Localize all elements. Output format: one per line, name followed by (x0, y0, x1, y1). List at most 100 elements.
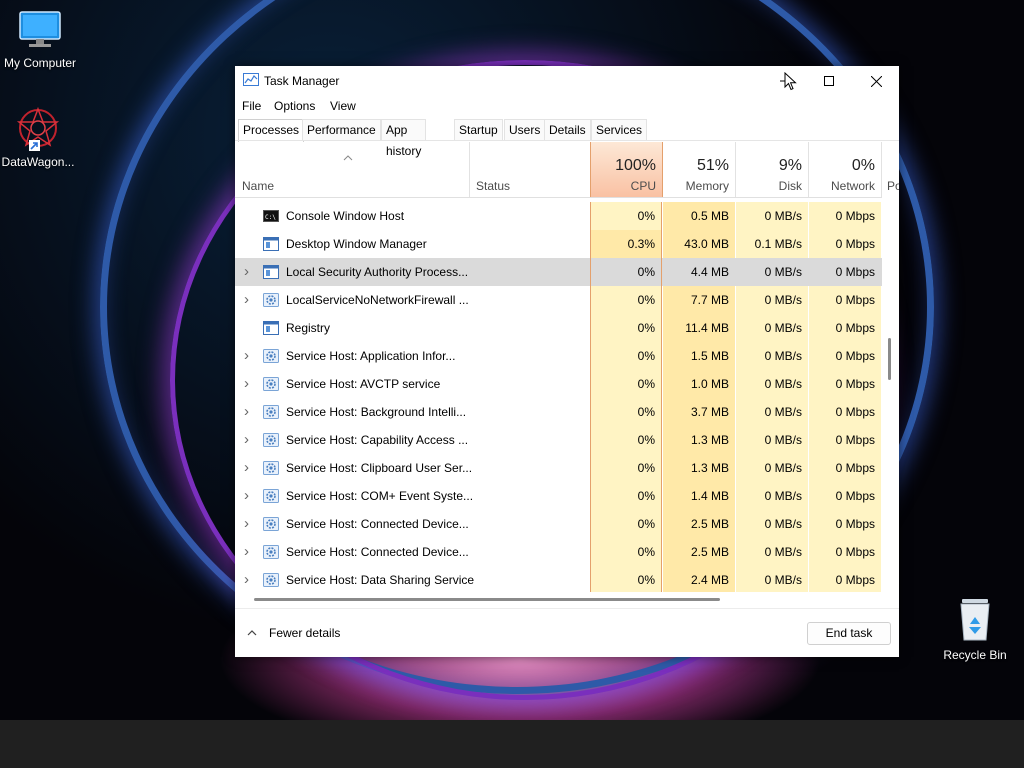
network-cell: 0 Mbps (809, 454, 881, 482)
chevron-right-icon[interactable]: › (244, 258, 249, 286)
close-button[interactable] (853, 66, 899, 96)
column-header-memory[interactable]: 51% Memory (663, 142, 735, 197)
process-name: Service Host: Capability Access ... (286, 433, 469, 447)
gear-icon (263, 517, 279, 531)
process-row[interactable]: › Local Security Authority Process... 0% 4.… (235, 258, 882, 286)
column-header-disk[interactable]: 9% Disk (736, 142, 808, 197)
memory-cell: 2.5 MB (663, 538, 735, 566)
process-row[interactable]: › Service Host: Data Sharing Service 0% 2.4… (235, 566, 882, 592)
cpu-cell: 0% (590, 398, 661, 426)
tab-processes[interactable]: Processes (238, 119, 305, 142)
process-row[interactable]: › Service Host: Clipboard User Ser... 0% 1.… (235, 454, 882, 482)
memory-cell: 2.5 MB (663, 510, 735, 538)
chevron-right-icon[interactable]: › (244, 398, 249, 426)
desktop-icon-my-computer[interactable]: My Computer (0, 10, 80, 70)
end-task-button[interactable]: End task (807, 622, 891, 645)
task-manager-window: Task Manager File Options View Processes… (235, 66, 899, 657)
cpu-column-border (661, 230, 662, 258)
process-row[interactable]: C:\ Console Window Host 0% 0.5 MB 0 MB/s 0 Mb… (235, 202, 882, 230)
window-app-icon (263, 265, 279, 279)
process-name: Service Host: Background Intelli... (286, 405, 467, 419)
process-name: Service Host: Connected Device... (286, 517, 469, 531)
process-row[interactable]: › Service Host: Connected Device... 0% 2.5 … (235, 510, 882, 538)
process-row[interactable]: › Service Host: COM+ Event Syste... 0% 1.4 … (235, 482, 882, 510)
process-row[interactable]: › LocalServiceNoNetworkFirewall ... 0% 7.7 … (235, 286, 882, 314)
cpu-cell: 0% (590, 426, 661, 454)
horizontal-scrollbar[interactable] (254, 598, 720, 601)
cpu-column-border (590, 286, 591, 314)
recycle-bin-icon (960, 599, 990, 641)
network-cell: 0 Mbps (809, 286, 881, 314)
process-row[interactable]: Desktop Window Manager 0.3% 43.0 MB 0.1 MB/… (235, 230, 882, 258)
memory-cell: 3.7 MB (663, 398, 735, 426)
chevron-right-icon[interactable]: › (244, 426, 249, 454)
column-divider[interactable] (881, 142, 882, 198)
memory-label: Memory (685, 179, 729, 193)
cpu-cell: 0% (590, 510, 661, 538)
menu-file[interactable]: File (242, 99, 261, 113)
taskbar (0, 720, 1024, 768)
process-name: LocalServiceNoNetworkFirewall ... (286, 293, 469, 307)
cpu-column-border (590, 230, 591, 258)
chevron-right-icon[interactable]: › (244, 370, 249, 398)
column-divider[interactable] (469, 142, 470, 198)
cpu-cell: 0% (590, 566, 661, 592)
cpu-cell: 0% (590, 342, 661, 370)
menu-options[interactable]: Options (274, 99, 315, 113)
tab-details[interactable]: Details (544, 119, 591, 141)
column-header-cpu[interactable]: 100% CPU (590, 142, 663, 197)
chevron-right-icon[interactable]: › (244, 342, 249, 370)
memory-cell: 1.5 MB (663, 342, 735, 370)
column-header-power[interactable]: Po (887, 179, 899, 193)
column-header-name[interactable]: Name (242, 179, 274, 193)
column-header-status[interactable]: Status (476, 179, 510, 193)
vertical-scrollbar[interactable] (888, 338, 891, 380)
tab-users[interactable]: Users (504, 119, 546, 141)
tab-services[interactable]: Services (591, 119, 648, 141)
process-row[interactable]: › Service Host: Application Infor... 0% 1.5… (235, 342, 882, 370)
disk-label: Disk (778, 179, 802, 193)
chevron-right-icon[interactable]: › (244, 566, 249, 592)
cpu-column-border (590, 342, 591, 370)
column-header-network[interactable]: 0% Network (809, 142, 881, 197)
process-row[interactable]: Registry 0% 11.4 MB 0 MB/s 0 Mbps (235, 314, 882, 342)
tab-app-history[interactable]: App history (381, 119, 427, 158)
fewer-details-label: Fewer details (269, 626, 341, 640)
maximize-button[interactable] (806, 66, 852, 96)
memory-cell: 11.4 MB (663, 314, 735, 342)
desktop-icon-recycle-bin[interactable]: Recycle Bin (935, 596, 1015, 662)
network-cell: 0 Mbps (809, 482, 881, 510)
process-name: Registry (286, 321, 331, 335)
cpu-cell: 0% (590, 258, 661, 286)
chevron-right-icon[interactable]: › (244, 286, 249, 314)
title-bar[interactable]: Task Manager (235, 66, 899, 96)
process-name: Service Host: AVCTP service (286, 377, 441, 391)
disk-percent: 9% (778, 157, 802, 174)
disk-cell: 0 MB/s (736, 314, 808, 342)
network-cell: 0 Mbps (809, 510, 881, 538)
chevron-right-icon[interactable]: › (244, 482, 249, 510)
chevron-right-icon[interactable]: › (244, 510, 249, 538)
memory-cell: 43.0 MB (663, 230, 735, 258)
network-cell: 0 Mbps (809, 538, 881, 566)
network-cell: 0 Mbps (809, 314, 881, 342)
svg-text:C:\: C:\ (265, 214, 276, 221)
disk-cell: 0 MB/s (736, 286, 808, 314)
memory-cell: 7.7 MB (663, 286, 735, 314)
menu-view[interactable]: View (330, 99, 356, 113)
cpu-column-border (661, 398, 662, 426)
tab-performance[interactable]: Performance (302, 119, 381, 141)
process-name: Local Security Authority Process... (286, 265, 469, 279)
process-row[interactable]: › Service Host: AVCTP service 0% 1.0 MB 0 MB… (235, 370, 882, 398)
sort-ascending-icon[interactable] (343, 155, 353, 161)
network-cell: 0 Mbps (809, 426, 881, 454)
memory-cell: 1.3 MB (663, 454, 735, 482)
process-row[interactable]: › Service Host: Connected Device... 0% 2.5 … (235, 538, 882, 566)
tab-startup[interactable]: Startup (454, 119, 503, 141)
process-row[interactable]: › Service Host: Capability Access ... 0% 1.… (235, 426, 882, 454)
desktop-icon-datawagon[interactable]: DataWagon... (0, 106, 78, 169)
chevron-right-icon[interactable]: › (244, 454, 249, 482)
chevron-right-icon[interactable]: › (244, 538, 249, 566)
cpu-column-border (661, 538, 662, 566)
process-row[interactable]: › Service Host: Background Intelli... 0% 3.… (235, 398, 882, 426)
